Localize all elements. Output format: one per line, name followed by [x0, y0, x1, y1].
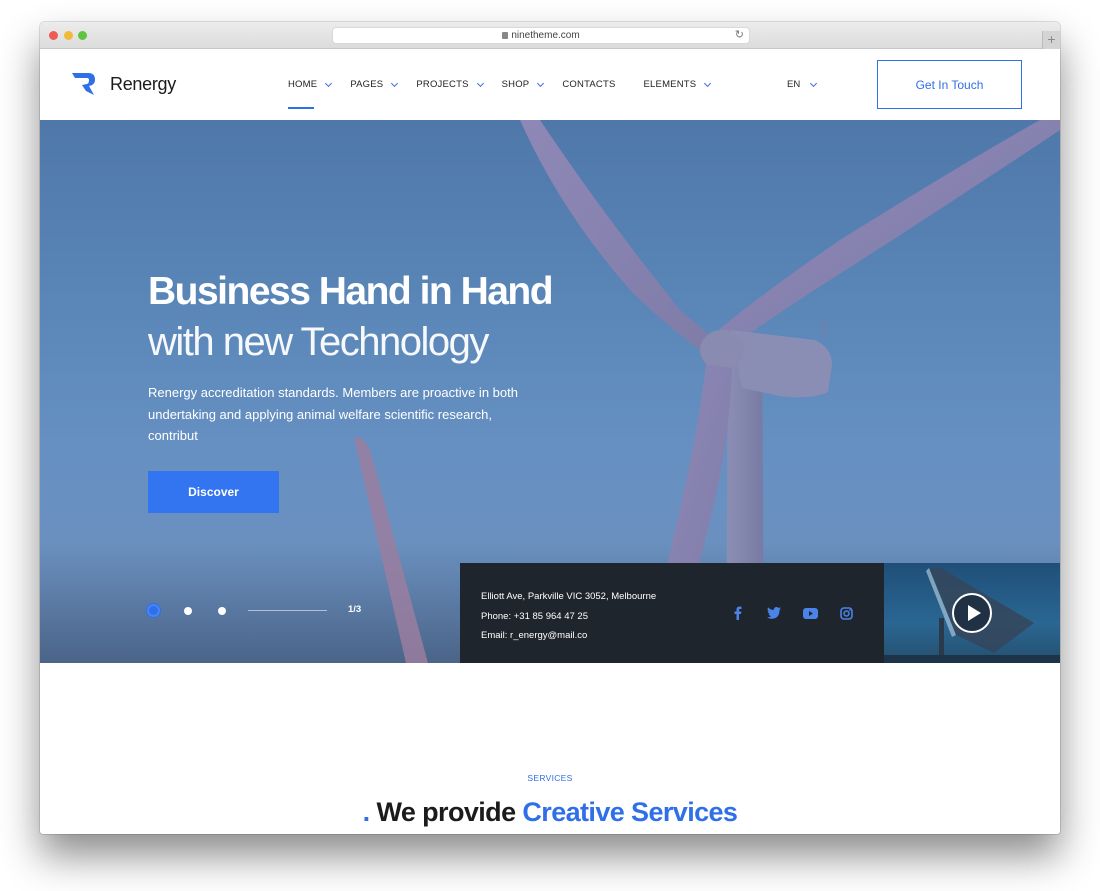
nav-shop[interactable]: SHOP	[501, 49, 545, 120]
nav-projects[interactable]: PROJECTS	[416, 49, 484, 120]
nav-home[interactable]: HOME	[288, 49, 333, 120]
close-window-button[interactable]	[49, 31, 58, 40]
chevron-down-icon	[391, 79, 399, 87]
main-nav: HOME PAGES PROJECTS SHOP CONTACTS ELEMEN…	[288, 49, 729, 120]
logo[interactable]: Renergy	[72, 71, 176, 97]
title-plain: We provide	[369, 797, 523, 827]
nav-home-label: HOME	[288, 79, 318, 90]
instagram-icon[interactable]	[828, 603, 864, 623]
renergy-logo-icon	[72, 73, 95, 95]
hero-title: Business Hand in Hand	[148, 270, 554, 313]
title-highlight: Creative Services	[522, 797, 738, 827]
chevron-down-icon	[476, 79, 484, 87]
chevron-down-icon	[325, 79, 333, 87]
slide-counter: 1/3	[348, 604, 362, 615]
contact-phone: Phone: +31 85 964 47 25	[481, 610, 588, 622]
hero-subtitle: with new Technology	[148, 320, 489, 364]
contact-info-panel: Elliott Ave, Parkville VIC 3052, Melbour…	[460, 563, 884, 663]
url-text: ninetheme.com	[511, 30, 580, 41]
reload-icon[interactable]: ↻	[735, 28, 744, 43]
title-dot: .	[362, 797, 370, 827]
hero-slider: Business Hand in Hand with new Technolog…	[40, 120, 1060, 663]
video-thumbnail[interactable]	[884, 563, 1060, 663]
slide-dot-1[interactable]	[147, 604, 160, 617]
site-header: Renergy HOME PAGES PROJECTS SHOP CONTACT…	[40, 49, 1060, 120]
play-video-button[interactable]	[952, 593, 992, 633]
maximize-window-button[interactable]	[78, 31, 87, 40]
lock-icon	[502, 32, 509, 39]
services-eyebrow: SERVICES	[527, 773, 573, 783]
nav-shop-label: SHOP	[501, 79, 530, 90]
discover-button[interactable]: Discover	[148, 471, 279, 513]
nav-pages-label: PAGES	[350, 79, 384, 90]
browser-window: ninetheme.com ↻ + Renergy HOME PAGES PRO…	[40, 22, 1060, 834]
twitter-icon[interactable]	[756, 603, 792, 623]
language-label: EN	[787, 79, 801, 90]
hero-description: Renergy accreditation standards. Members…	[148, 385, 518, 443]
services-title: . We provide Creative Services	[40, 797, 1060, 828]
nav-elements[interactable]: ELEMENTS	[643, 49, 712, 120]
minimize-window-button[interactable]	[64, 31, 73, 40]
address-bar[interactable]: ninetheme.com ↻	[332, 27, 750, 44]
language-selector[interactable]: EN	[787, 49, 818, 120]
browser-toolbar: ninetheme.com ↻ +	[40, 22, 1060, 49]
chevron-down-icon	[704, 79, 712, 87]
youtube-icon[interactable]	[792, 603, 828, 623]
nav-contacts[interactable]: CONTACTS	[562, 49, 615, 120]
new-tab-button[interactable]: +	[1042, 31, 1060, 49]
get-in-touch-button[interactable]: Get In Touch	[877, 60, 1022, 109]
contact-address: Elliott Ave, Parkville VIC 3052, Melbour…	[481, 591, 657, 602]
brand-name: Renergy	[110, 73, 176, 94]
nav-contacts-label: CONTACTS	[562, 79, 616, 90]
contact-email[interactable]: Email: r_energy@mail.co	[481, 626, 656, 646]
nav-elements-label: ELEMENTS	[643, 79, 697, 90]
nav-projects-label: PROJECTS	[416, 79, 469, 90]
nav-pages[interactable]: PAGES	[350, 49, 399, 120]
slide-progress-line	[248, 610, 327, 611]
slide-dot-2[interactable]	[184, 607, 192, 615]
social-links	[720, 603, 864, 623]
chevron-down-icon	[537, 79, 545, 87]
facebook-icon[interactable]	[720, 603, 756, 623]
slide-dot-3[interactable]	[218, 607, 226, 615]
chevron-down-icon	[810, 79, 818, 87]
